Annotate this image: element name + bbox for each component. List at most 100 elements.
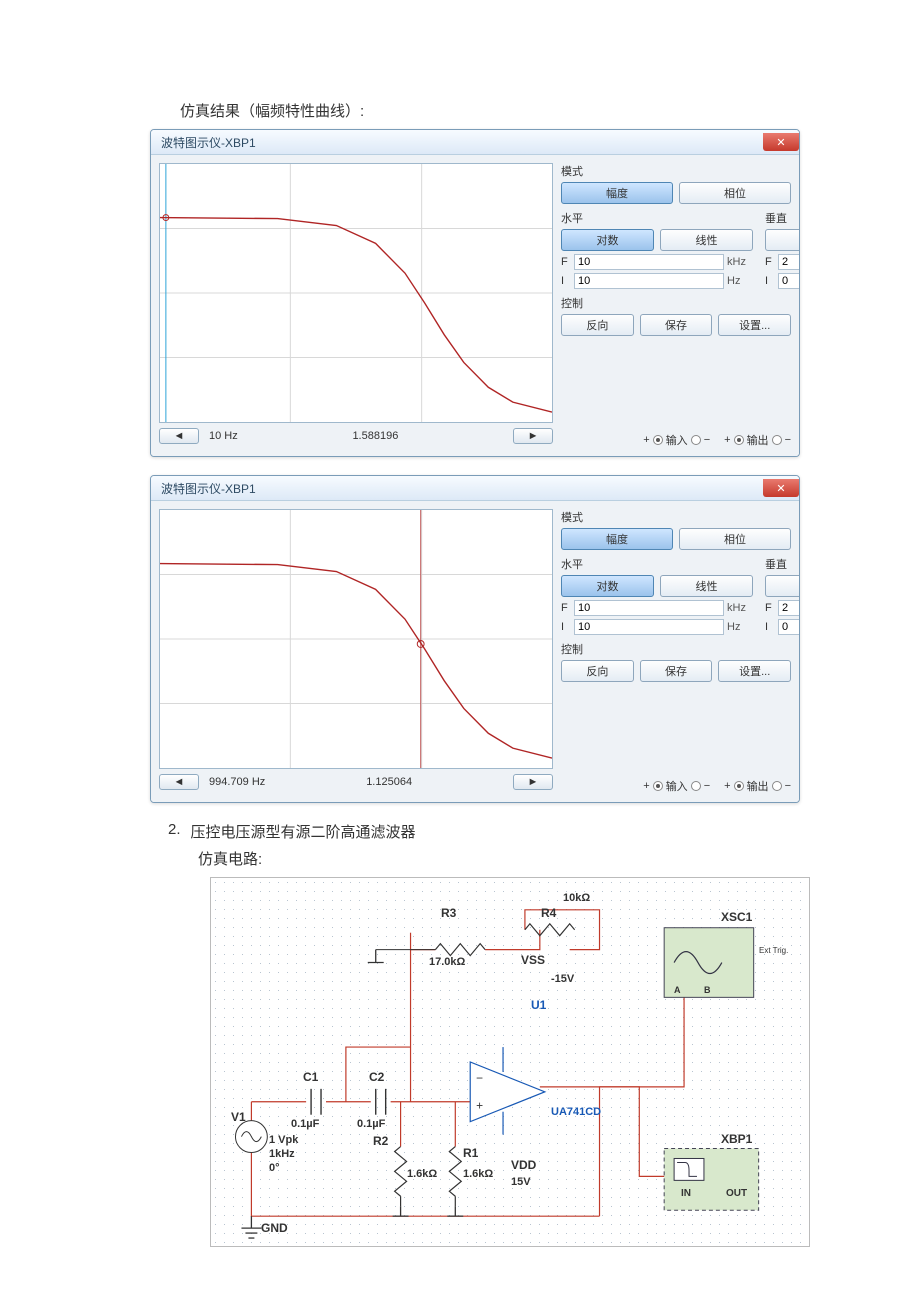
R2-value: 1.6kΩ [407,1168,437,1180]
control-label: 控制 [561,295,791,311]
horizontal-label: 水平 [561,210,753,226]
phase-button[interactable]: 相位 [679,528,791,550]
output-label: 输出 [747,432,769,448]
R2-label: R2 [373,1134,388,1148]
V1-freq: 1kHz [269,1148,295,1160]
subsection-caption: 仿真电路: [198,848,800,869]
h-log-button[interactable]: 对数 [561,229,654,251]
v-I-input[interactable] [778,619,800,635]
h-I-unit: Hz [727,275,753,287]
titlebar[interactable]: 波特图示仪-XBP1 ✕ [151,130,799,155]
I-label-v: I [765,275,775,287]
bode-plot-2[interactable] [159,509,553,769]
h-lin-button[interactable]: 线性 [660,229,753,251]
cursor-value: 1.125064 [366,776,412,788]
v-log-button[interactable]: 对数 [765,575,800,597]
titlebar[interactable]: 波特图示仪-XBP1 ✕ [151,476,799,501]
circuit-schematic[interactable]: − + R3 [210,877,810,1247]
save-button[interactable]: 保存 [640,314,713,336]
h-F-input[interactable] [574,254,724,270]
h-I-input[interactable] [574,619,724,635]
save-button[interactable]: 保存 [640,660,713,682]
control-label: 控制 [561,641,791,657]
XSC1-label: XSC1 [721,910,752,924]
U1-label: U1 [531,998,546,1012]
h-F-unit: kHz [727,256,753,268]
cursor-value: 1.588196 [352,430,398,442]
h-log-button[interactable]: 对数 [561,575,654,597]
F-label: F [561,602,571,614]
h-I-input[interactable] [574,273,724,289]
horizontal-label: 水平 [561,556,753,572]
in-minus-radio[interactable] [691,781,701,791]
XBP1-label: XBP1 [721,1132,752,1146]
F-label-v: F [765,602,775,614]
vertical-label: 垂直 [765,556,800,572]
section-title: 压控电压源型有源二阶高通滤波器 [191,821,416,842]
section-number: 2. [168,821,181,842]
I-label: I [561,621,571,633]
V1-amp: 1 Vpk [269,1134,298,1146]
bode-window-2: 波特图示仪-XBP1 ✕ ◄ 994.709 Hz [150,475,800,803]
h-F-unit: kHz [727,602,753,614]
bode-window-1: 波特图示仪-XBP1 ✕ ◄ 10 Hz [150,129,800,457]
svg-text:+: + [476,1099,483,1113]
in-plus-radio[interactable] [653,435,663,445]
V1-label: V1 [231,1110,246,1124]
scroll-left-button[interactable]: ◄ [159,774,199,790]
v-log-button[interactable]: 对数 [765,229,800,251]
XSC1-B: B [704,985,711,995]
C2-label: C2 [369,1070,384,1084]
cursor-frequency: 10 Hz [209,430,238,442]
v-I-input[interactable] [778,273,800,289]
cursor-frequency: 994.709 Hz [209,776,265,788]
magnitude-button[interactable]: 幅度 [561,528,673,550]
in-plus-radio[interactable] [653,781,663,791]
settings-button[interactable]: 设置... [718,314,791,336]
XSC1-A: A [674,985,681,995]
result-caption: 仿真结果（幅频特性曲线）: [180,100,800,121]
control-panel: 模式 幅度 相位 水平 对数 线性 FkHz IHz 垂直 [561,163,791,448]
magnitude-button[interactable]: 幅度 [561,182,673,204]
output-label: 输出 [747,778,769,794]
input-label: 输入 [666,778,688,794]
vertical-label: 垂直 [765,210,800,226]
out-plus-radio[interactable] [734,435,744,445]
out-minus-radio[interactable] [772,781,782,791]
out-plus-radio[interactable] [734,781,744,791]
settings-button[interactable]: 设置... [718,660,791,682]
mode-label: 模式 [561,509,791,525]
bode-plot-1[interactable] [159,163,553,423]
window-title: 波特图示仪-XBP1 [161,480,256,497]
reverse-button[interactable]: 反向 [561,660,634,682]
XSC1-ext: Ext Trig. [759,946,788,955]
input-label: 输入 [666,432,688,448]
h-lin-button[interactable]: 线性 [660,575,753,597]
V1-phase: 0° [269,1162,280,1174]
I-label-v: I [765,621,775,633]
C1-label: C1 [303,1070,318,1084]
close-icon[interactable]: ✕ [763,133,799,151]
C1-value: 0.1µF [291,1118,319,1130]
R3-value: 17.0kΩ [429,956,465,968]
R1-value: 1.6kΩ [463,1168,493,1180]
XBP1-in: IN [681,1188,691,1199]
svg-text:−: − [476,1071,483,1085]
h-F-input[interactable] [574,600,724,616]
scroll-right-button[interactable]: ► [513,428,553,444]
reverse-button[interactable]: 反向 [561,314,634,336]
out-minus-radio[interactable] [772,435,782,445]
F-label-v: F [765,256,775,268]
v-F-input[interactable] [778,600,800,616]
v-F-input[interactable] [778,254,800,270]
scroll-left-button[interactable]: ◄ [159,428,199,444]
scroll-right-button[interactable]: ► [513,774,553,790]
window-title: 波特图示仪-XBP1 [161,134,256,151]
R3-label: R3 [441,906,456,920]
GND-label: GND [261,1221,288,1235]
in-minus-radio[interactable] [691,435,701,445]
close-icon[interactable]: ✕ [763,479,799,497]
VDD-label: VDD [511,1158,536,1172]
phase-button[interactable]: 相位 [679,182,791,204]
R4-label: R4 [541,906,556,920]
